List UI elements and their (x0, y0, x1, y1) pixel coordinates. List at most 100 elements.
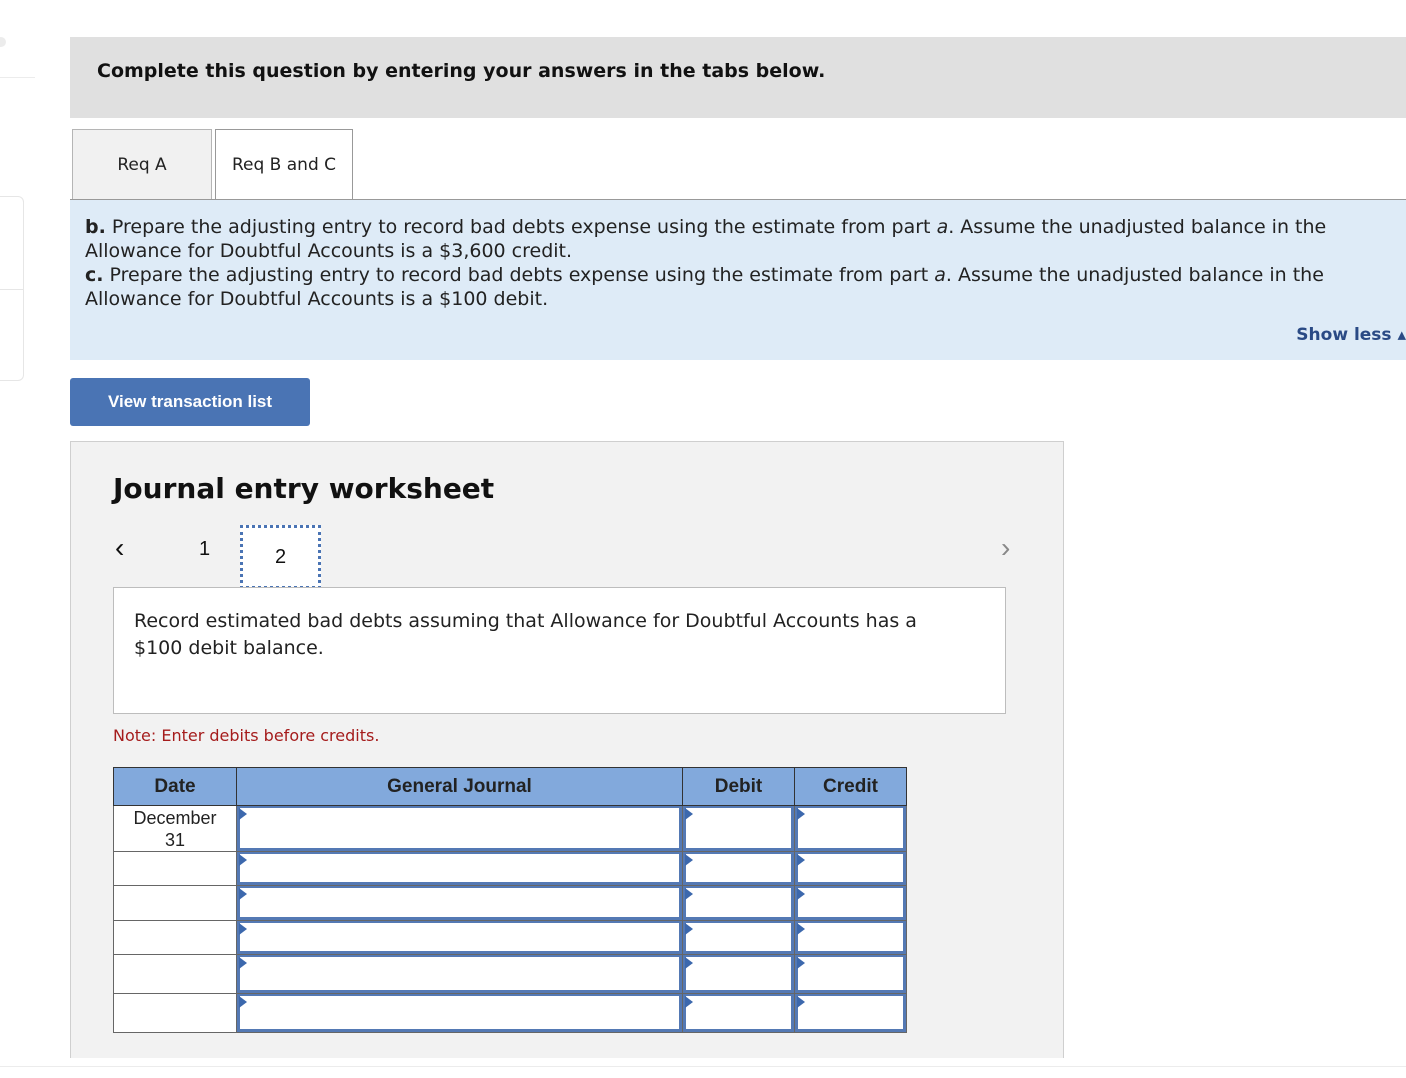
debit-input[interactable] (683, 806, 794, 851)
view-transaction-list-button[interactable]: View transaction list (70, 378, 310, 426)
ghost-panel-divider (0, 77, 35, 78)
dropdown-flag-icon (239, 996, 247, 1008)
ghost-panel-dot (0, 37, 6, 47)
date-value: December 31 (133, 807, 217, 850)
date-cell[interactable]: December 31 (113, 805, 237, 852)
page-number: 2 (274, 545, 287, 568)
debit-input[interactable] (683, 852, 794, 885)
input-flag-icon (685, 923, 693, 935)
account-input[interactable] (237, 955, 682, 993)
instruction-bar: Complete this question by entering your … (70, 37, 1406, 118)
input-flag-icon (797, 957, 805, 969)
account-input[interactable] (237, 994, 682, 1032)
credit-input[interactable] (795, 955, 906, 993)
debit-input-cell[interactable] (682, 920, 795, 955)
table-row (113, 993, 907, 1033)
header-debit: Debit (682, 767, 795, 806)
account-input[interactable] (237, 886, 682, 920)
journal-entry-worksheet: Journal entry worksheet ‹ 1 2 › Record e… (70, 441, 1064, 1058)
debit-input-cell[interactable] (682, 851, 795, 886)
credit-input[interactable] (795, 806, 906, 851)
entry-page-2-current[interactable]: 2 (240, 525, 321, 589)
account-input-cell[interactable] (236, 805, 683, 852)
part-c-text: Prepare the adjusting entry to record ba… (103, 264, 935, 286)
dropdown-flag-icon (239, 808, 247, 820)
credit-input-cell[interactable] (794, 954, 907, 994)
tab-req-b-and-c[interactable]: Req B and C (215, 129, 353, 200)
table-row (113, 920, 907, 955)
prompt-body: b. Prepare the adjusting entry to record… (85, 215, 1395, 311)
dropdown-flag-icon (239, 923, 247, 935)
part-b-label: b. (85, 216, 106, 238)
table-row (113, 885, 907, 921)
date-cell[interactable] (113, 954, 237, 994)
date-cell[interactable] (113, 993, 237, 1033)
input-flag-icon (797, 923, 805, 935)
account-input[interactable] (237, 921, 682, 954)
header-general-journal: General Journal (236, 767, 683, 806)
show-less-link[interactable]: Show less ▴ (1296, 325, 1406, 345)
part-b-text: Prepare the adjusting entry to record ba… (105, 216, 937, 238)
ghost-side-card (0, 196, 24, 381)
input-flag-icon (797, 996, 805, 1008)
entry-page-1[interactable]: 1 (199, 538, 210, 561)
table-header-row: Date General Journal Debit Credit (113, 767, 907, 806)
header-credit: Credit (794, 767, 907, 806)
debit-input-cell[interactable] (682, 885, 795, 921)
credit-input-cell[interactable] (794, 920, 907, 955)
credit-input-cell[interactable] (794, 885, 907, 921)
dropdown-flag-icon (239, 957, 247, 969)
worksheet-title: Journal entry worksheet (113, 472, 495, 505)
ghost-card-divider (0, 289, 23, 290)
input-flag-icon (797, 888, 805, 900)
dropdown-flag-icon (239, 888, 247, 900)
input-flag-icon (685, 996, 693, 1008)
debit-input-cell[interactable] (682, 954, 795, 994)
part-b-ref: a (936, 216, 949, 238)
tab-req-a[interactable]: Req A (72, 129, 212, 199)
debit-input[interactable] (683, 886, 794, 920)
input-flag-icon (685, 808, 693, 820)
general-journal-table: Date General Journal Debit Credit Decemb… (113, 767, 907, 1033)
tab-label: Req B and C (231, 155, 337, 175)
debit-input-cell[interactable] (682, 993, 795, 1033)
part-c-ref: a (934, 264, 946, 286)
table-row (113, 954, 907, 994)
question-prompt: b. Prepare the adjusting entry to record… (70, 200, 1406, 360)
credit-input[interactable] (795, 994, 906, 1032)
header-date: Date (113, 767, 237, 806)
debit-input[interactable] (683, 921, 794, 954)
input-flag-icon (797, 854, 805, 866)
debits-note: Note: Enter debits before credits. (113, 726, 380, 745)
debit-input[interactable] (683, 955, 794, 993)
input-flag-icon (685, 854, 693, 866)
debit-input[interactable] (683, 994, 794, 1032)
chevron-right-icon[interactable]: › (1001, 532, 1010, 564)
input-flag-icon (685, 957, 693, 969)
credit-input-cell[interactable] (794, 993, 907, 1033)
dropdown-flag-icon (239, 854, 247, 866)
chevron-left-icon[interactable]: ‹ (115, 532, 124, 564)
input-flag-icon (797, 808, 805, 820)
instruction-text: Complete this question by entering your … (97, 60, 826, 82)
account-input-cell[interactable] (236, 851, 683, 886)
credit-input-cell[interactable] (794, 805, 907, 852)
account-input[interactable] (237, 806, 682, 851)
credit-input[interactable] (795, 921, 906, 954)
credit-input[interactable] (795, 852, 906, 885)
part-c-label: c. (85, 264, 104, 286)
date-cell[interactable] (113, 885, 237, 921)
page-bottom-divider (0, 1066, 1406, 1067)
table-row: December 31 (113, 805, 907, 852)
account-input-cell[interactable] (236, 885, 683, 921)
entry-description-box: Record estimated bad debts assuming that… (113, 587, 1006, 714)
debit-input-cell[interactable] (682, 805, 795, 852)
account-input-cell[interactable] (236, 993, 683, 1033)
date-cell[interactable] (113, 920, 237, 955)
account-input[interactable] (237, 852, 682, 885)
account-input-cell[interactable] (236, 920, 683, 955)
credit-input[interactable] (795, 886, 906, 920)
credit-input-cell[interactable] (794, 851, 907, 886)
account-input-cell[interactable] (236, 954, 683, 994)
date-cell[interactable] (113, 851, 237, 886)
